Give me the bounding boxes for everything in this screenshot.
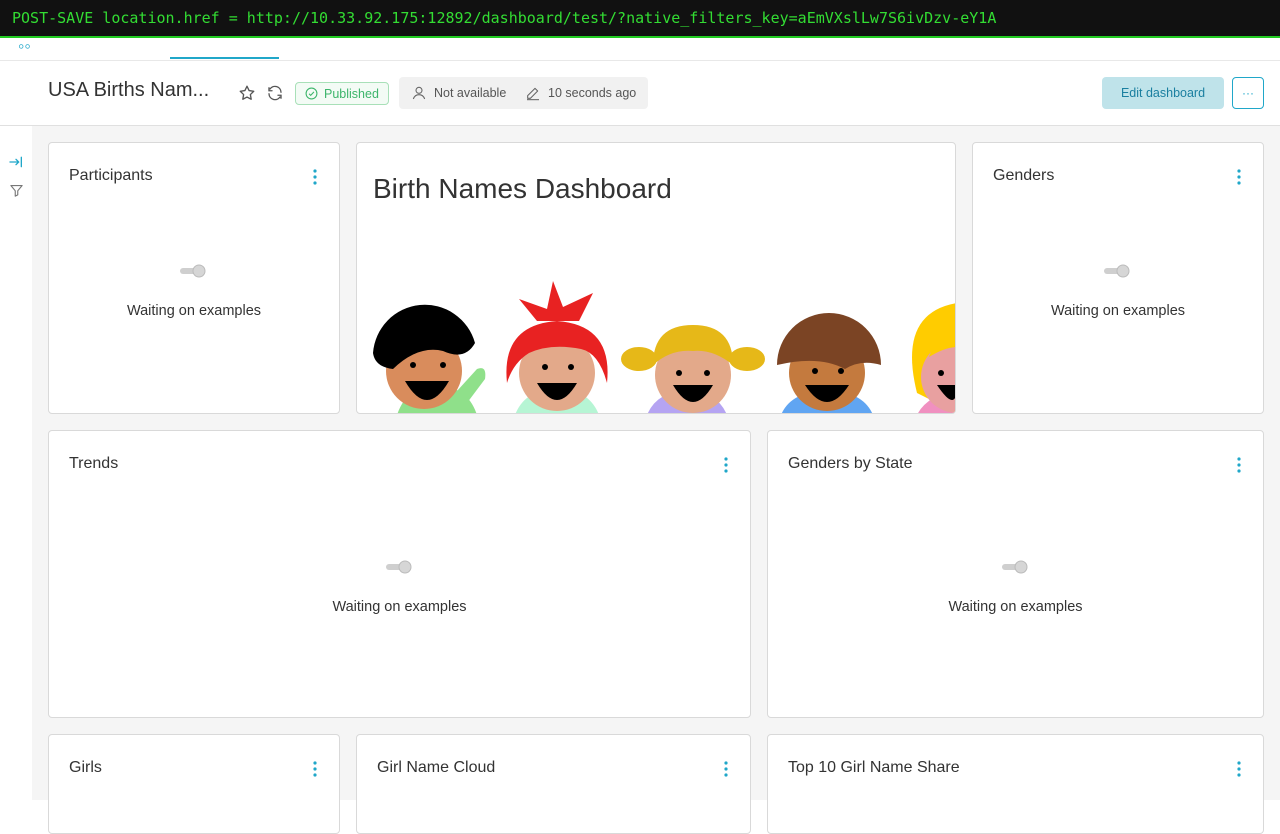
expand-panel-icon <box>9 156 22 168</box>
logo-fragment: ◦◦ <box>18 36 31 56</box>
dashboard-header: USA Births Nam... Published Not availabl… <box>0 61 1280 126</box>
expand-filters-button[interactable] <box>6 152 26 172</box>
waiting-status: Waiting on examples <box>948 599 1083 615</box>
chart-title: Girl Name Cloud <box>377 759 496 776</box>
published-status-label: Published <box>324 86 379 101</box>
participants-chart: Participants Waiting on examples <box>48 142 340 414</box>
vertical-dots-icon <box>1237 457 1241 473</box>
debug-location-banner: POST-SAVE location.href = http://10.33.9… <box>0 0 1280 38</box>
waiting-status: Waiting on examples <box>1050 303 1186 319</box>
vertical-dots-icon <box>724 457 728 473</box>
vertical-dots-icon <box>1237 761 1241 777</box>
check-circle-icon <box>305 87 318 100</box>
pencil-icon <box>527 87 539 101</box>
chart-title: Top 10 Girl Name Share <box>788 759 960 776</box>
waiting-status: Waiting on examples <box>332 599 467 615</box>
loading-icon <box>1104 264 1130 278</box>
vertical-dots-icon <box>313 761 317 777</box>
chart-menu-button[interactable] <box>718 759 734 779</box>
dashboard-grid: Participants Waiting on examples Birth N… <box>32 126 1280 834</box>
edit-dashboard-button[interactable]: Edit dashboard <box>1102 77 1224 109</box>
chart-menu-button[interactable] <box>307 167 323 187</box>
published-status-badge[interactable]: Published <box>295 82 389 105</box>
chart-menu-button[interactable] <box>1231 759 1247 779</box>
more-options-button[interactable]: ··· <box>1232 77 1264 109</box>
chart-menu-button[interactable] <box>718 455 734 475</box>
girls-chart: Girls <box>48 734 340 834</box>
markdown-card: Birth Names Dashboard <box>356 142 956 414</box>
star-icon <box>239 85 255 100</box>
user-icon <box>412 86 426 100</box>
chart-title: Genders <box>993 167 1055 184</box>
active-tab-indicator <box>170 57 279 59</box>
refresh-icon <box>268 85 282 101</box>
markdown-heading: Birth Names Dashboard <box>373 173 672 204</box>
chart-menu-button[interactable] <box>1231 167 1247 187</box>
metadata-bar: Not available 10 seconds ago <box>399 77 648 109</box>
vertical-dots-icon <box>724 761 728 777</box>
chart-title: Girls <box>69 759 102 776</box>
chart-menu-button[interactable] <box>1231 455 1247 475</box>
top-10-girl-name-share-chart: Top 10 Girl Name Share <box>767 734 1264 834</box>
chart-menu-button[interactable] <box>307 759 323 779</box>
modified-info: 10 seconds ago <box>525 85 636 101</box>
vertical-dots-icon <box>313 169 317 185</box>
girl-name-cloud-chart: Girl Name Cloud <box>356 734 751 834</box>
favorite-star-button[interactable] <box>237 83 257 103</box>
dashboard-title[interactable]: USA Births Nam... <box>48 79 226 102</box>
loading-icon <box>180 264 206 278</box>
filter-button[interactable] <box>6 180 26 200</box>
loading-icon <box>385 560 411 574</box>
owner-label: Not available <box>434 86 507 100</box>
refresh-button[interactable] <box>265 83 285 103</box>
chart-title: Participants <box>69 167 153 184</box>
filter-rail <box>0 126 32 800</box>
genders-chart: Genders Waiting on examples <box>972 142 1264 414</box>
genders-by-state-chart: Genders by State Waiting on examples <box>767 430 1264 718</box>
trends-chart: Trends Waiting on examples <box>48 430 751 718</box>
chart-title: Genders by State <box>788 455 913 472</box>
chart-title: Trends <box>69 455 119 472</box>
owner-info: Not available <box>411 85 506 101</box>
kids-illustration <box>373 281 955 413</box>
filter-icon <box>9 184 23 197</box>
loading-icon <box>1001 560 1027 574</box>
waiting-status: Waiting on examples <box>126 303 262 319</box>
modified-label: 10 seconds ago <box>548 86 637 100</box>
vertical-dots-icon <box>1237 169 1241 185</box>
